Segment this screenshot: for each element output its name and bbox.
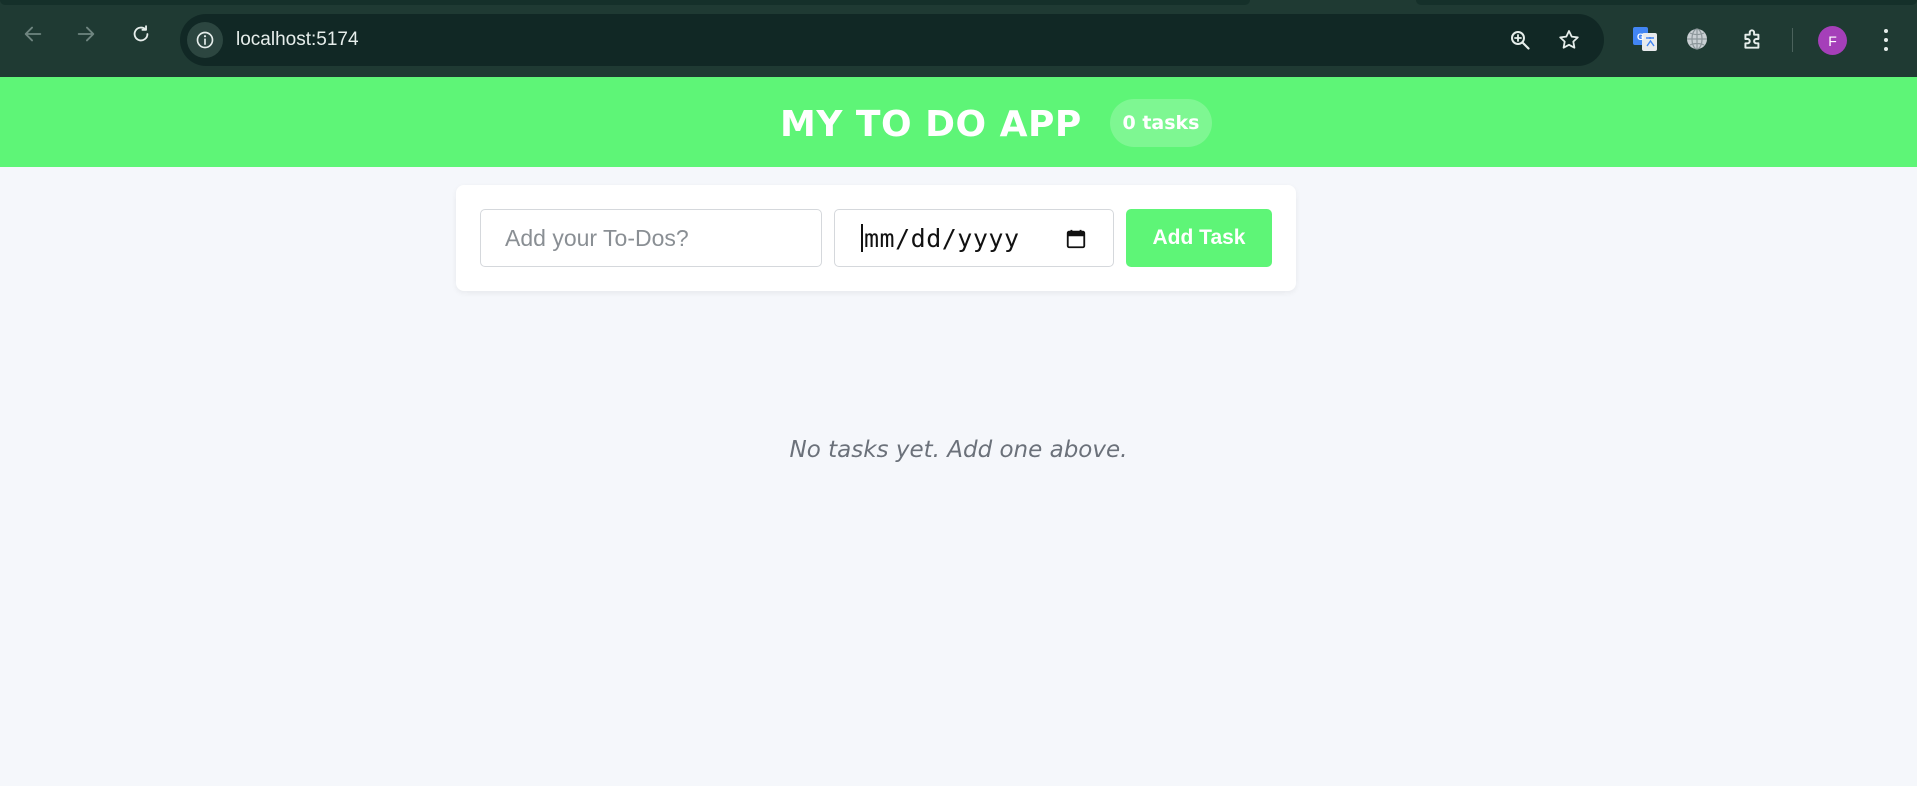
extensions-icon[interactable] [1740, 26, 1766, 52]
info-icon[interactable] [187, 22, 223, 58]
empty-state-message: No tasks yet. Add one above. [789, 437, 1128, 463]
tab-background [0, 0, 1250, 5]
task-count-badge: 0 tasks [1110, 99, 1212, 147]
forward-arrow-icon[interactable] [74, 22, 98, 46]
star-icon[interactable] [1557, 28, 1581, 52]
date-value: mm/dd/yyyy [864, 223, 1020, 253]
reload-icon[interactable] [129, 22, 153, 46]
zoom-icon[interactable] [1508, 28, 1532, 52]
back-arrow-icon[interactable] [21, 22, 45, 46]
more-menu-icon[interactable] [1876, 27, 1896, 53]
toolbar-divider [1792, 28, 1793, 52]
address-bar[interactable]: localhost:5174 [180, 14, 1604, 66]
url-text: localhost:5174 [236, 29, 359, 50]
due-date-input[interactable]: mm/dd/yyyy [834, 209, 1114, 267]
text-caret [861, 224, 863, 252]
tab-background [1416, 0, 1917, 5]
globe-icon[interactable] [1684, 26, 1710, 52]
tab-strip [0, 0, 1917, 6]
add-task-button[interactable]: Add Task [1126, 209, 1272, 267]
google-translate-icon[interactable]: G [1632, 26, 1658, 52]
app-title: MY TO DO APP [780, 104, 1082, 145]
calendar-icon[interactable] [1065, 228, 1087, 250]
todo-input[interactable] [480, 209, 822, 267]
profile-avatar[interactable]: F [1818, 26, 1847, 55]
svg-text:G: G [1637, 32, 1644, 42]
browser-toolbar: localhost:5174 G F [0, 0, 1917, 77]
